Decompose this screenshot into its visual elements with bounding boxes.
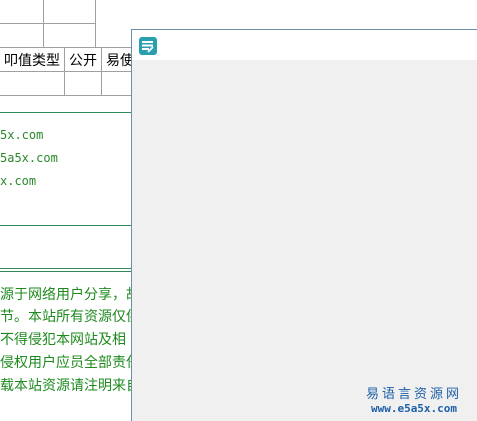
notice-line: 节。本站所有资源仅供 <box>0 309 131 325</box>
divider <box>0 271 131 272</box>
divider <box>0 225 131 226</box>
divider <box>0 112 131 113</box>
notice-line: 不得侵犯本网站及相 <box>0 332 126 348</box>
notice-line: 侵权用户应员全部责任 <box>0 355 131 371</box>
title-bar[interactable] <box>132 30 477 60</box>
watermark-name: 易语言资源网 <box>365 387 462 402</box>
url-text: 5a5x.com <box>0 151 58 165</box>
top-grid <box>0 0 96 48</box>
grid-cell <box>0 23 44 48</box>
notice-line: 源于网络用户分享，故 <box>0 287 131 303</box>
notice-line: 载本站资源请注明来自 <box>0 378 131 394</box>
watermark-url: www.e5a5x.com <box>370 402 458 415</box>
watermark-logo: 易语言资源网 www.e5a5x.com <box>359 383 469 415</box>
grid-cell <box>43 0 96 24</box>
url-text: 5x.com <box>0 128 44 142</box>
grid-cell <box>43 23 96 48</box>
table-cell <box>0 71 65 96</box>
app-window[interactable]: 易语言资源网 www.e5a5x.com <box>131 29 477 421</box>
app-logo-icon <box>138 36 158 56</box>
header-public: 公开 <box>64 47 102 72</box>
url-text: x.com <box>0 174 37 188</box>
header-return-type: 叩值类型 <box>0 47 65 72</box>
table-cell <box>64 71 102 96</box>
type-table: 叩值类型 公开 易使 <box>0 47 139 96</box>
grid-cell <box>0 0 44 24</box>
divider <box>0 268 131 269</box>
